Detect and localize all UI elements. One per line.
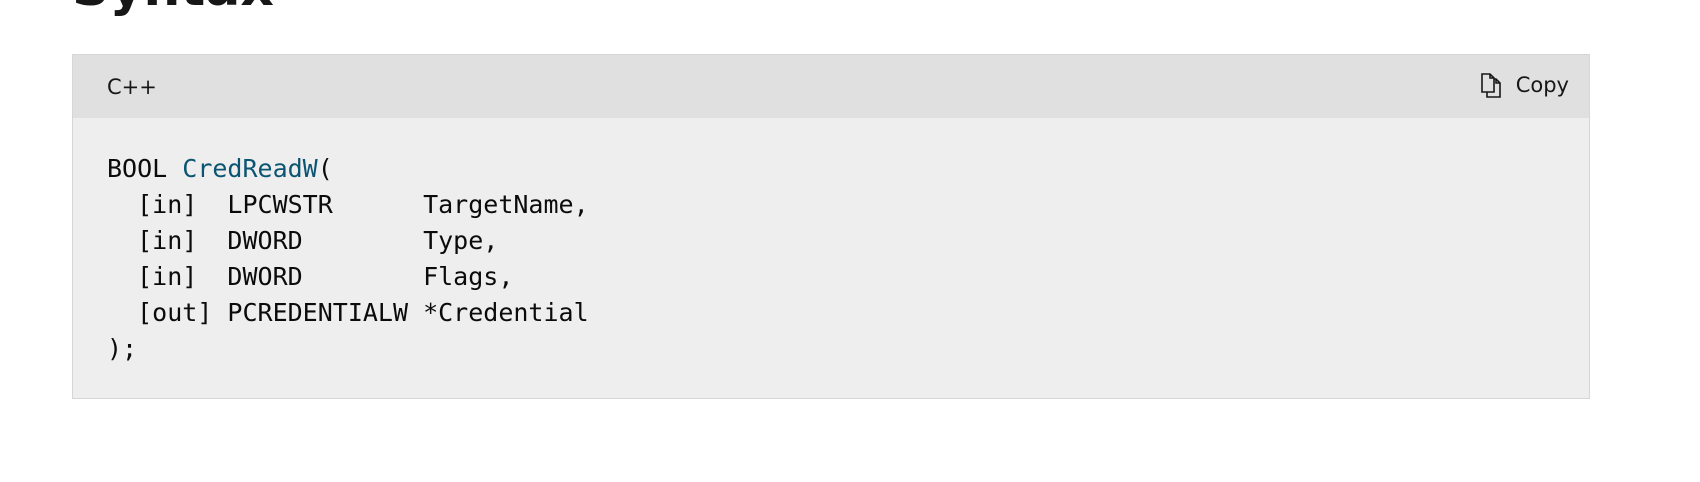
code-line: ); bbox=[107, 334, 138, 363]
code-language-label: C++ bbox=[107, 75, 157, 99]
copy-button[interactable]: Copy bbox=[1478, 71, 1569, 99]
code-line: [out] PCREDENTIALW *Credential bbox=[107, 298, 589, 327]
code-line: [in] DWORD Type, bbox=[107, 226, 499, 255]
code-line: [in] LPCWSTR TargetName, bbox=[107, 190, 589, 219]
code-block-header: C++ Copy bbox=[73, 55, 1589, 118]
section-heading: Syntax bbox=[72, 0, 274, 14]
function-name: CredReadW bbox=[182, 154, 318, 183]
code-content: BOOL CredReadW( [in] LPCWSTR TargetName,… bbox=[73, 118, 1589, 367]
copy-icon bbox=[1478, 71, 1504, 99]
code-line: BOOL CredReadW( bbox=[107, 151, 1555, 187]
return-type: BOOL bbox=[107, 154, 183, 183]
code-block: C++ Copy BOOL CredReadW( [in] LPCWSTR Ta… bbox=[72, 54, 1590, 399]
open-paren: ( bbox=[317, 154, 333, 183]
code-line: [in] DWORD Flags, bbox=[107, 262, 514, 291]
copy-button-label: Copy bbox=[1515, 73, 1569, 97]
